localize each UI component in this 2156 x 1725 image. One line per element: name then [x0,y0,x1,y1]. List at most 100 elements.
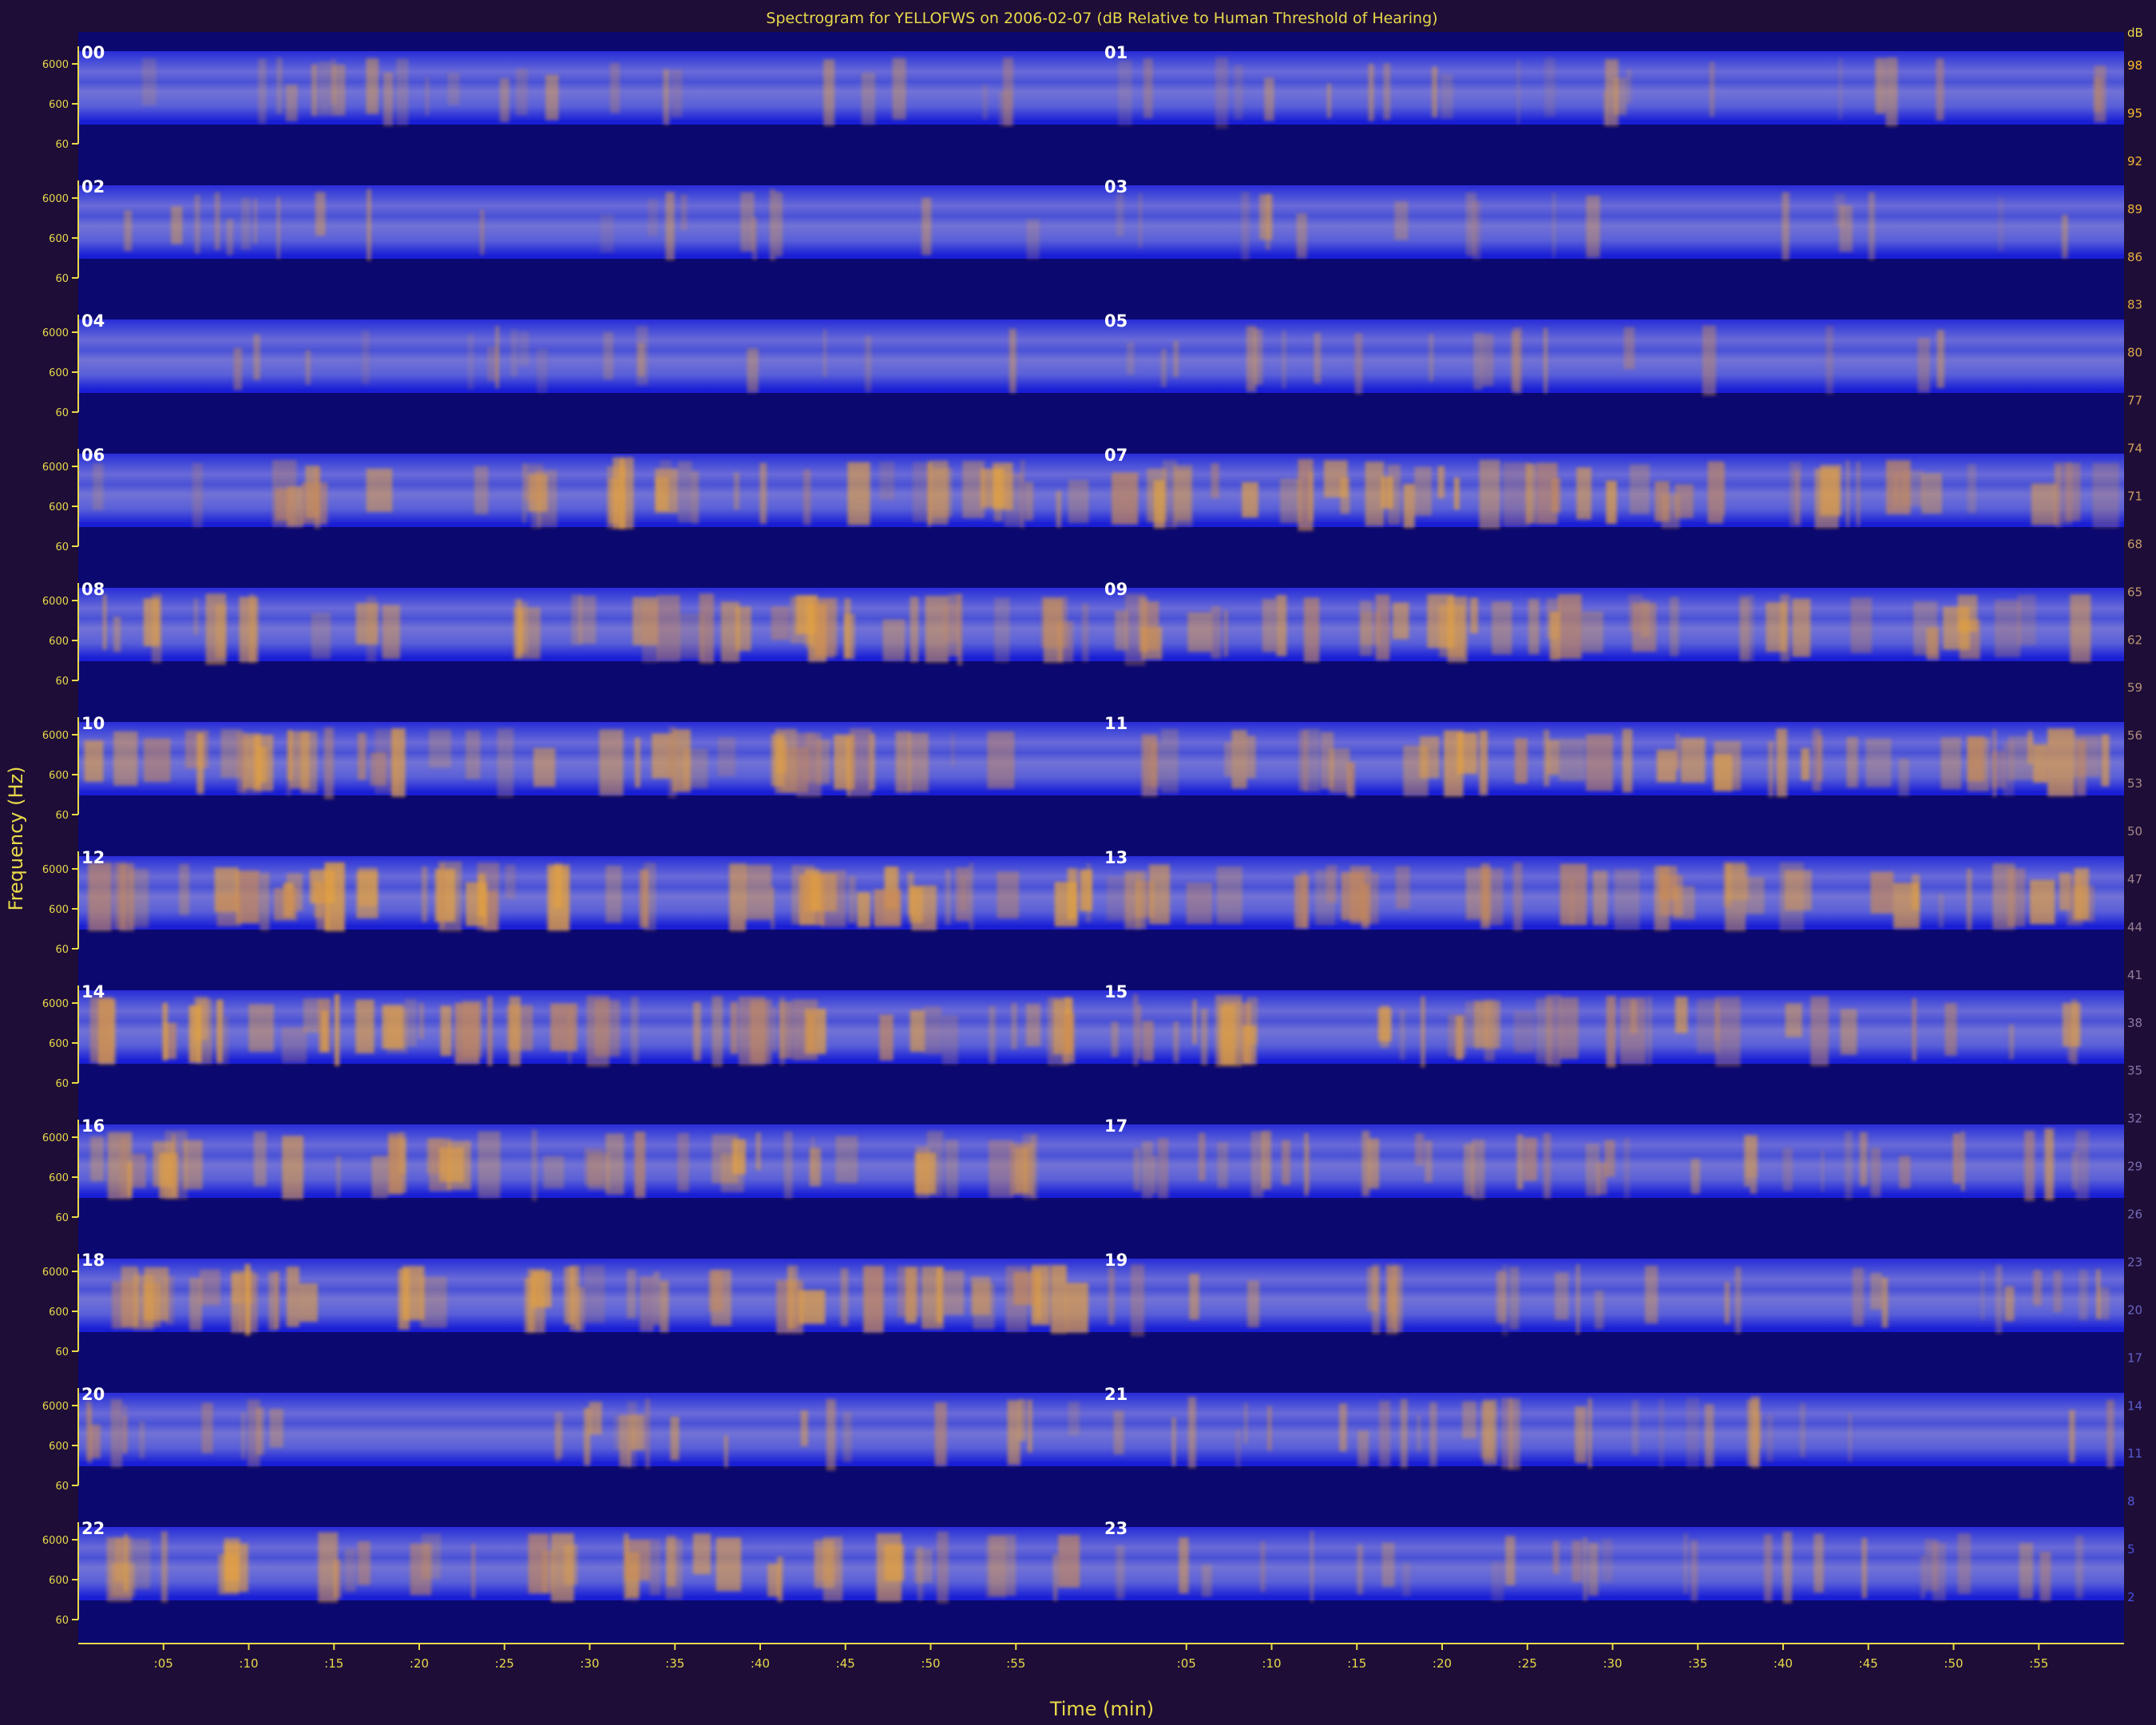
noise-event [1606,996,1616,1068]
frequency-tick-label: 600 [49,1575,69,1587]
noise-event [315,192,326,236]
hour-label-11: 11 [1104,714,1128,733]
colorbar-tick-label: 65 [2127,585,2142,599]
noise-event [653,1271,660,1326]
noise-event [1825,326,1833,395]
noise-event [224,1538,240,1581]
noise-event [2062,214,2068,259]
noise-event [1329,748,1350,794]
noise-event [1957,595,1978,632]
hour-band-edge [1101,254,2124,259]
noise-event [478,1131,501,1199]
hour-label-01: 01 [1104,43,1128,62]
noise-event [772,1007,776,1052]
noise-event [528,1533,549,1594]
colorbar-tick-label: 41 [2127,968,2142,982]
noise-event [1392,602,1409,640]
noise-event [1605,59,1619,126]
noise-event [550,1533,574,1602]
noise-event [847,462,870,525]
noise-event [143,598,161,647]
frequency-tick-label: 60 [55,676,69,688]
noise-event [1200,1009,1208,1065]
noise-event [1143,58,1153,119]
noise-event [1246,326,1257,392]
noise-event [1627,69,1631,104]
colorbar-tick-label: 53 [2127,776,2142,791]
noise-event [989,1005,996,1064]
noise-event [1629,464,1650,514]
noise-event [1628,594,1643,632]
noise-event [311,64,318,117]
noise-event [2106,1400,2114,1468]
time-tick-label: :05 [154,1656,173,1671]
noise-event [1505,1536,1516,1586]
noise-event [216,893,242,927]
noise-event [550,1003,577,1052]
noise-event [1508,1398,1520,1470]
frequency-tick-label: 60 [55,273,69,285]
noise-event [1262,599,1276,652]
noise-event [751,999,772,1065]
noise-event [800,1410,808,1446]
noise-event [2031,483,2057,525]
noise-event [769,188,776,261]
noise-event [1116,192,1124,237]
hour-band-edge [1101,1327,2124,1332]
noise-event [499,78,509,123]
noise-event [1479,459,1500,529]
noise-event [130,1153,146,1188]
noise-event [1966,868,1972,930]
noise-event [318,1532,339,1603]
noise-event [2067,1018,2073,1063]
noise-event [1674,997,1688,1033]
noise-event [268,1271,276,1331]
noise-event [2069,1410,2075,1463]
noise-event [585,1148,604,1186]
noise-event [945,869,951,925]
noise-event [2009,1024,2014,1060]
time-tick-label: :35 [665,1656,684,1671]
noise-event [771,606,790,640]
time-tick-label: :50 [921,1656,940,1671]
noise-event [1870,871,1894,914]
noise-event [1326,864,1338,903]
noise-event [1601,1539,1613,1583]
noise-event [631,1414,645,1450]
noise-event [957,593,963,666]
noise-event [1492,601,1512,655]
noise-event [111,1563,136,1597]
hour-label-00: 00 [81,43,105,62]
noise-event [355,999,375,1054]
noise-event [334,994,340,1066]
noise-event [2079,1269,2088,1321]
noise-event [1619,997,1647,1065]
noise-event [471,1543,476,1599]
y-axis-title: Frequency (Hz) [5,767,27,911]
colorbar-tick-label: 98 [2127,58,2142,73]
hour-label-14: 14 [81,982,105,1001]
noise-event [879,462,895,500]
noise-event [253,1132,267,1187]
noise-event [355,603,379,644]
noise-event [844,598,851,659]
noise-event [135,1268,141,1328]
noise-event [1509,1267,1520,1330]
hour-band-04 [78,319,1101,393]
noise-event [1173,340,1179,378]
noise-event [1346,762,1355,797]
noise-event [253,334,260,380]
noise-event [1007,1400,1021,1465]
noise-event [193,598,198,635]
noise-event [1247,1280,1260,1328]
noise-event [545,74,559,121]
noise-event [1139,192,1143,248]
noise-event [161,1531,168,1603]
noise-event [934,1402,947,1466]
noise-event [1068,1402,1080,1436]
noise-event [2004,1286,2015,1322]
noise-event [1496,1271,1507,1323]
noise-event [1702,325,1716,396]
noise-event [171,206,183,244]
noise-event [1875,58,1886,114]
